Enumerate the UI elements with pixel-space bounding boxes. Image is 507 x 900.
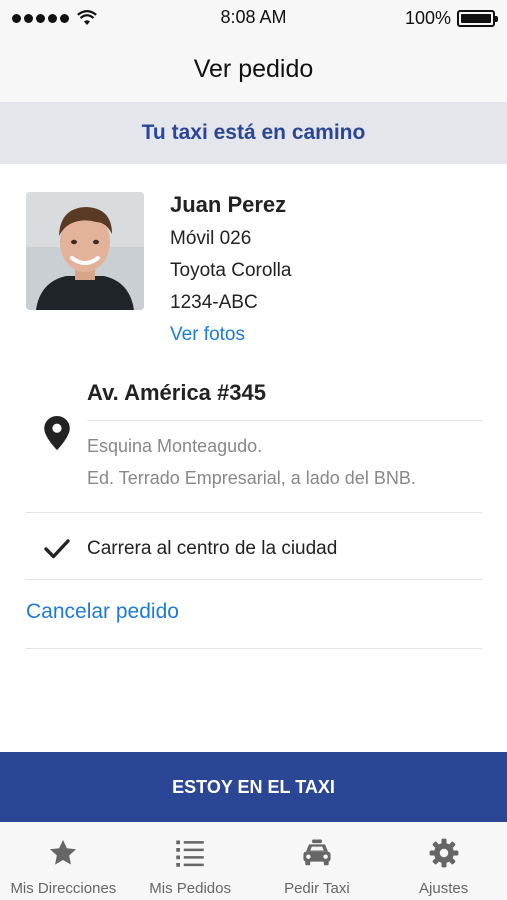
tab-ajustes[interactable]: Ajustes <box>380 822 507 900</box>
battery-icon <box>457 9 498 27</box>
tab-mis-pedidos[interactable]: Mis Pedidos <box>127 822 254 900</box>
checkmark-icon <box>44 539 70 559</box>
driver-info: Juan Perez Móvil 026 Toyota Corolla 1234… <box>170 190 291 348</box>
tab-pedir-taxi[interactable]: Pedir Taxi <box>254 822 381 900</box>
tab-label: Mis Pedidos <box>149 880 231 897</box>
address-title: Av. América #345 <box>87 380 266 405</box>
tab-bar: Mis Direcciones Mis Pedidos Pedir Taxi A… <box>0 822 507 900</box>
driver-car-model: Toyota Corolla <box>170 260 292 281</box>
address-line-1: Esquina Monteagudo. <box>87 436 263 456</box>
view-photos-link[interactable]: Ver fotos <box>170 322 291 348</box>
status-banner: Tu taxi está en camino <box>0 102 507 164</box>
trip-note: Carrera al centro de la ciudad <box>26 528 482 572</box>
location-pin-icon <box>44 416 70 450</box>
tab-label: Mis Direcciones <box>10 880 117 897</box>
list-icon <box>173 836 207 870</box>
driver-card: Juan Perez Móvil 026 Toyota Corolla 1234… <box>26 190 486 355</box>
trip-note-text: Carrera al centro de la ciudad <box>87 538 338 559</box>
status-bar: 8:08 AM 100% <box>0 0 507 36</box>
gear-icon <box>427 836 461 870</box>
driver-name: Juan Perez <box>170 192 287 217</box>
driver-unit: Móvil 026 <box>170 228 252 249</box>
status-banner-text: Tu taxi está en camino <box>141 121 366 144</box>
status-time: 8:08 AM <box>220 7 287 27</box>
nav-bar: Ver pedido <box>0 36 507 102</box>
cancel-order-link[interactable]: Cancelar pedido <box>26 600 179 624</box>
address-line-2: Ed. Terrado Empresarial, a lado del BNB. <box>87 468 416 488</box>
star-icon <box>46 836 80 870</box>
driver-avatar <box>26 192 144 310</box>
address-divider <box>87 420 482 421</box>
section-divider <box>26 648 482 649</box>
tab-label: Pedir Taxi <box>284 880 350 897</box>
driver-plate: 1234-ABC <box>170 292 258 313</box>
in-taxi-button[interactable]: ESTOY EN EL TAXI <box>0 752 507 822</box>
section-divider <box>26 579 482 580</box>
section-divider <box>26 512 482 513</box>
page-title: Ver pedido <box>193 54 314 83</box>
pickup-address: Av. América #345 Esquina Monteagudo. Ed.… <box>26 370 482 512</box>
car-icon <box>300 836 334 870</box>
tab-label: Ajustes <box>419 880 469 897</box>
tab-mis-direcciones[interactable]: Mis Direcciones <box>0 822 127 900</box>
